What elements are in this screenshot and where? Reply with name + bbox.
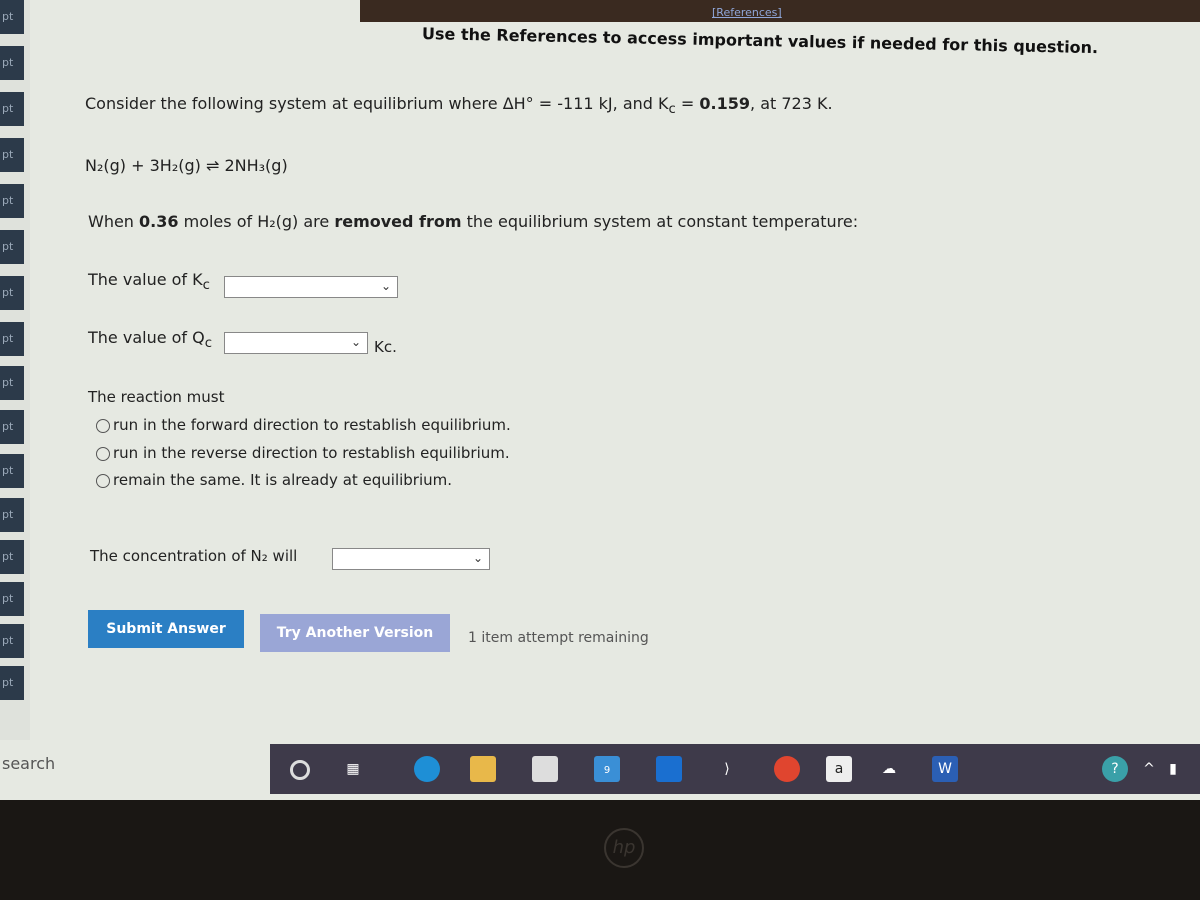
intro-text: = [675, 94, 700, 113]
try-another-version-button[interactable]: Try Another Version [260, 614, 450, 652]
radio-option-reverse[interactable]: run in the reverse direction to restabli… [96, 444, 510, 462]
option-label: run in the reverse direction to restabli… [113, 444, 510, 462]
kc-label: The value of Kc [88, 270, 210, 293]
sidebar-item[interactable]: pt [0, 366, 24, 400]
qc-label-subscript: c [204, 336, 213, 352]
help-icon[interactable]: ? [1102, 756, 1128, 782]
chevron-down-icon: ⌄ [380, 279, 391, 293]
radio-button[interactable] [96, 473, 110, 488]
attempts-remaining: 1 item attempt remaining [468, 630, 649, 646]
sidebar-item[interactable]: pt [0, 540, 24, 574]
radio-button[interactable] [96, 446, 110, 461]
taskbar: ▦ 9 ⟩ a ☁ W ? ^ ▮ [270, 744, 1200, 794]
cortana-icon[interactable] [290, 760, 310, 780]
radio-option-forward[interactable]: run in the forward direction to restabli… [96, 416, 511, 434]
sidebar-item[interactable]: pt [0, 322, 24, 356]
kc-label-text: The value of K [88, 270, 203, 289]
sidebar-item[interactable]: pt [0, 230, 24, 264]
change-text: the equilibrium system at constant tempe… [461, 212, 859, 231]
option-label: run in the forward direction to restabli… [113, 416, 511, 434]
change-statement: When 0.36 moles of H₂(g) are removed fro… [88, 212, 858, 231]
sidebar-item[interactable]: pt [0, 184, 24, 218]
app-icon[interactable]: ⟩ [714, 756, 740, 782]
qc-suffix: Kc. [374, 338, 397, 356]
reaction-equation: N₂(g) + 3H₂(g) ⇌ 2NH₃(g) [85, 156, 288, 175]
radio-button[interactable] [96, 418, 110, 433]
radio-option-same[interactable]: remain the same. It is already at equili… [96, 471, 452, 489]
intro-text: , at 723 K. [750, 94, 833, 113]
kc-label-subscript: c [202, 278, 210, 294]
sidebar-item[interactable]: pt [0, 624, 24, 658]
change-action: removed from [334, 212, 462, 231]
amazon-icon[interactable]: a [826, 756, 852, 782]
taskbar-search[interactable]: search [2, 754, 55, 773]
question-sidebar: pt pt pt pt pt pt pt pt pt pt pt pt pt p… [0, 0, 30, 740]
intro-text: , and K [612, 94, 669, 113]
file-explorer-icon[interactable] [470, 756, 496, 782]
dropbox-icon[interactable] [656, 756, 682, 782]
mail-icon[interactable]: 9 [594, 756, 620, 782]
qc-label-text: The value of Q [88, 328, 205, 347]
sidebar-item[interactable]: pt [0, 46, 24, 80]
mail-badge: 9 [603, 765, 611, 776]
sidebar-item[interactable]: pt [0, 582, 24, 616]
sidebar-item[interactable]: pt [0, 410, 24, 444]
kc-subscript: c [668, 102, 676, 118]
network-icon[interactable]: ▮ [1160, 756, 1186, 782]
chevron-down-icon: ⌄ [472, 551, 483, 565]
sidebar-item[interactable]: pt [0, 0, 24, 34]
moles-amount: 0.36 [139, 212, 179, 231]
chrome-icon[interactable] [774, 756, 800, 782]
submit-answer-button[interactable]: Submit Answer [88, 610, 244, 648]
delta-h-value: -111 kJ [557, 94, 613, 113]
concentration-select[interactable]: ⌄ [332, 548, 490, 570]
references-link[interactable]: [References] [712, 6, 782, 19]
chevron-down-icon: ⌄ [350, 335, 361, 349]
option-label: remain the same. It is already at equili… [113, 471, 453, 489]
word-icon[interactable]: W [932, 756, 958, 782]
app-icon[interactable]: ☁ [876, 756, 902, 782]
instruction-text: Use the References to access important v… [421, 24, 1099, 58]
qc-label: The value of Qc [88, 328, 212, 351]
sidebar-item[interactable]: pt [0, 498, 24, 532]
sidebar-item[interactable]: pt [0, 276, 24, 310]
intro-text: Consider the following system at equilib… [85, 94, 558, 113]
edge-icon[interactable] [414, 756, 440, 782]
change-text: moles of H₂(g) are [178, 212, 335, 231]
store-icon[interactable] [532, 756, 558, 782]
screen: pt pt pt pt pt pt pt pt pt pt pt pt pt p… [0, 0, 1200, 800]
reaction-must-label: The reaction must [88, 388, 225, 406]
change-text: When [88, 212, 140, 231]
chevron-up-icon[interactable]: ^ [1136, 756, 1162, 782]
sidebar-item[interactable]: pt [0, 92, 24, 126]
sidebar-item[interactable]: pt [0, 138, 24, 172]
sidebar-item[interactable]: pt [0, 666, 24, 700]
sidebar-item[interactable]: pt [0, 454, 24, 488]
task-view-icon[interactable]: ▦ [340, 756, 366, 782]
qc-select[interactable]: ⌄ [224, 332, 368, 354]
kc-value: 0.159 [699, 94, 751, 113]
kc-select[interactable]: ⌄ [224, 276, 398, 298]
question-intro: Consider the following system at equilib… [85, 94, 833, 117]
hp-logo: hp [604, 828, 644, 868]
concentration-label: The concentration of N₂ will [90, 547, 298, 565]
